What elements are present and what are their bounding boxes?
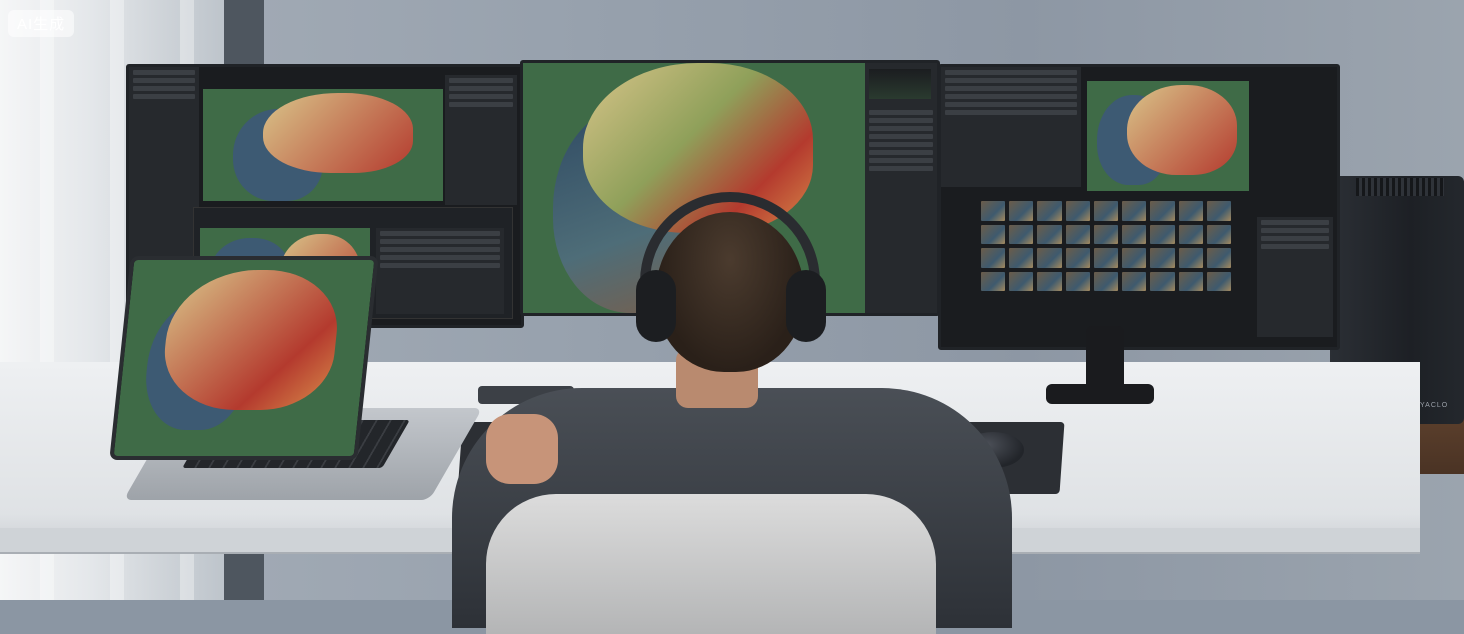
pc-vents — [1356, 178, 1444, 196]
right-monitor — [938, 64, 1340, 350]
layers-panel — [445, 75, 517, 205]
thumbnail-grid — [981, 201, 1231, 291]
video-preview — [1087, 81, 1249, 191]
right-monitor-stand — [1086, 326, 1124, 392]
laptop-screen — [109, 256, 379, 460]
portrait-headwrap — [263, 93, 413, 173]
office-chair — [486, 494, 936, 634]
headphones-cup — [786, 270, 826, 342]
left-canvas — [203, 89, 443, 201]
histogram — [869, 69, 931, 99]
person-hand — [486, 414, 558, 484]
headphones-cup — [636, 270, 676, 342]
right-monitor-base — [1046, 384, 1154, 404]
adjustments-panel — [865, 63, 937, 313]
pc-brand-label: YACLO — [1420, 402, 1449, 409]
inspector-panel — [1257, 217, 1333, 337]
ai-generated-badge: AI生成 — [8, 10, 75, 37]
media-list-panel — [941, 67, 1081, 187]
